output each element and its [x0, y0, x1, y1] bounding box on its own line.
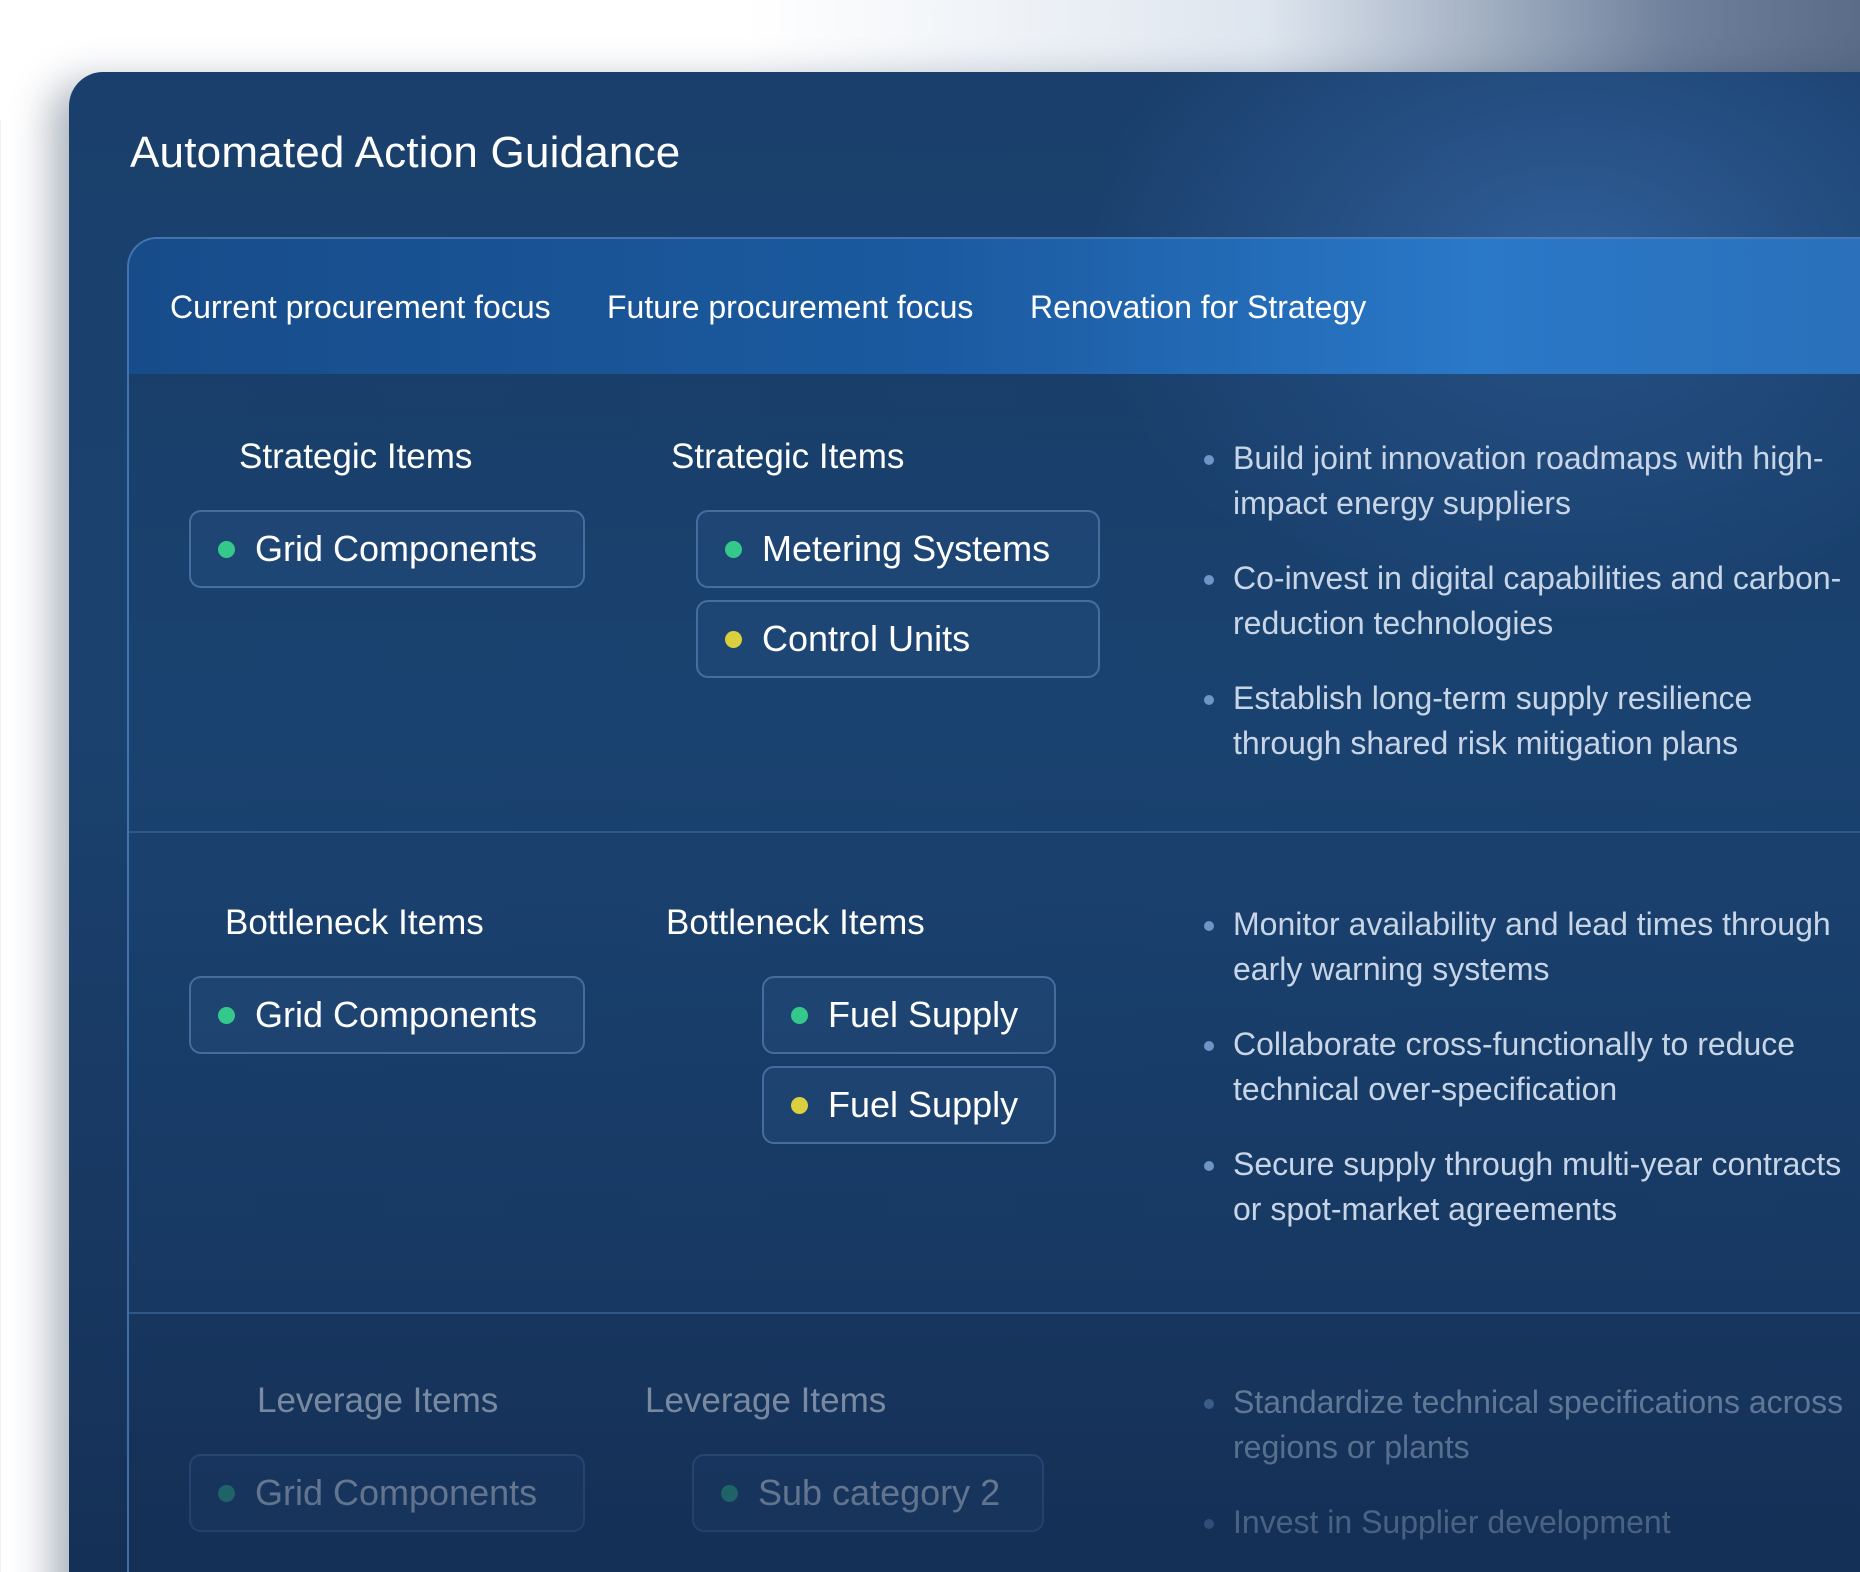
category-label: Fuel Supply — [828, 1084, 1019, 1125]
current-group-title: Bottleneck Items — [225, 903, 484, 942]
category-pill[interactable]: Grid Components — [189, 1454, 585, 1532]
strategy-item: Monitor availability and lead times thro… — [1204, 902, 1844, 992]
strategy-list: Build joint innovation roadmaps with hig… — [1204, 436, 1844, 796]
status-dot — [721, 1484, 738, 1502]
category-label: Grid Components — [255, 994, 538, 1035]
header-strategy: Renovation for Strategy — [1030, 289, 1367, 325]
header-current-focus: Current procurement focus — [170, 289, 551, 325]
category-label: Fuel Supply — [828, 994, 1019, 1035]
current-group-title: Strategic Items — [239, 437, 473, 476]
status-dot — [791, 1096, 808, 1114]
future-group-title: Leverage Items — [645, 1381, 887, 1420]
future-group-title: Strategic Items — [671, 437, 905, 476]
table-row: Bottleneck Items Grid Components Bottlen… — [129, 833, 1860, 1314]
strategy-item: Build joint innovation roadmaps with hig… — [1204, 436, 1844, 526]
strategy-item: Collaborate cross-functionally to reduce… — [1204, 1022, 1844, 1112]
category-pill[interactable]: Sub category 2 — [692, 1454, 1044, 1532]
panel-title: Automated Action Guidance — [130, 128, 681, 177]
category-label: Control Units — [762, 618, 971, 659]
table-row: Strategic Items Grid Components Strategi… — [129, 374, 1860, 833]
current-group-title: Leverage Items — [257, 1381, 499, 1420]
category-pill[interactable]: Grid Components — [189, 976, 585, 1054]
category-pill[interactable]: Fuel Supply — [762, 976, 1056, 1054]
strategy-item: Secure supply through multi-year contrac… — [1204, 1142, 1844, 1232]
strategy-item: Co-invest in digital capabilities and ca… — [1204, 556, 1844, 646]
category-label: Grid Components — [255, 1472, 538, 1513]
table-row: Leverage Items Grid Components Leverage … — [129, 1314, 1860, 1572]
category-label: Metering Systems — [762, 528, 1051, 569]
strategy-list: Monitor availability and lead times thro… — [1204, 902, 1844, 1262]
action-guidance-panel: Automated Action Guidance Current procur… — [69, 72, 1860, 1572]
status-dot — [218, 1006, 235, 1024]
status-dot — [791, 1006, 808, 1024]
category-pill[interactable]: Fuel Supply — [762, 1066, 1056, 1144]
strategy-list: Standardize technical specifications acr… — [1204, 1380, 1844, 1572]
header-future-focus: Future procurement focus — [607, 289, 974, 325]
table-header: Current procurement focus Future procure… — [129, 239, 1860, 374]
strategy-item: Standardize technical specifications acr… — [1204, 1380, 1844, 1470]
category-label: Grid Components — [255, 528, 538, 569]
category-pill[interactable]: Grid Components — [189, 510, 585, 588]
guidance-table: Current procurement focus Future procure… — [127, 237, 1860, 1572]
status-dot — [725, 630, 742, 648]
category-pill[interactable]: Control Units — [696, 600, 1100, 678]
category-pill[interactable]: Metering Systems — [696, 510, 1100, 588]
status-dot — [218, 1484, 235, 1502]
status-dot — [725, 540, 742, 558]
future-group-title: Bottleneck Items — [666, 903, 925, 942]
strategy-item: Invest in Supplier development — [1204, 1500, 1844, 1545]
status-dot — [218, 540, 235, 558]
strategy-item: Establish long-term supply resilience th… — [1204, 676, 1844, 766]
category-label: Sub category 2 — [758, 1472, 1001, 1513]
